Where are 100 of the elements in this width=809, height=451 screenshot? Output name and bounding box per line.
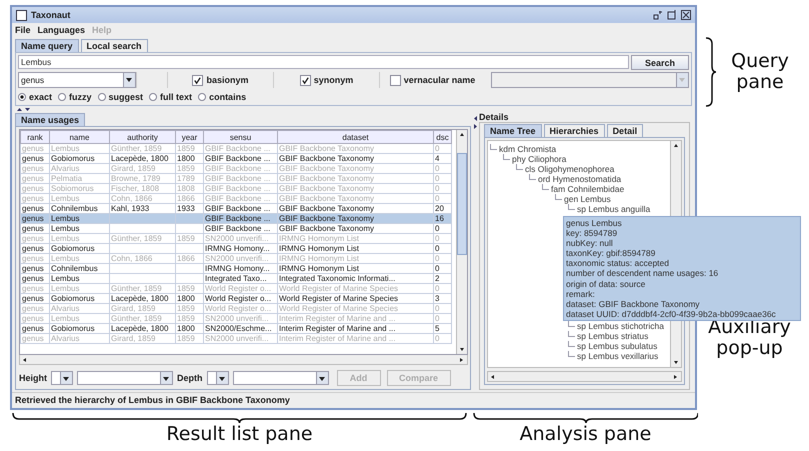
table-cell: Günther, 1859	[111, 314, 162, 322]
table-cell: Kahl, 1933	[111, 204, 150, 212]
table-cell: World Register of Marine Species	[279, 304, 398, 312]
table-cell: GBIF Backbone Taxonomy	[279, 194, 374, 202]
table-cell: Lacepède, 1800	[111, 294, 168, 302]
table-cell: Alvarius	[51, 334, 80, 342]
radio-label: suggest	[108, 92, 144, 102]
table-cell: 1859	[177, 284, 195, 292]
table-cell: Lembus	[51, 214, 80, 222]
tooltip-line: origin of data: source	[566, 278, 646, 289]
table-cell: Pelmatia	[51, 174, 82, 182]
table-cell: 1866	[177, 194, 195, 202]
table-cell: genus	[22, 244, 44, 252]
table-cell: genus	[22, 314, 44, 322]
table-cell: GBIF Backbone ...	[205, 174, 270, 182]
table-cell: genus	[22, 304, 44, 312]
table-cell: 0	[435, 164, 440, 172]
checkbox-label: basionym	[206, 75, 248, 85]
table-cell: 0	[435, 264, 440, 272]
table-cell: 0	[435, 334, 440, 342]
checkbox-label: vernacular name	[404, 75, 476, 85]
table-cell: Browne, 1789	[111, 174, 160, 182]
table-cell: Girard, 1859	[111, 164, 156, 172]
table-cell: Lembus	[51, 144, 80, 152]
depth-label: Depth	[177, 372, 202, 382]
table-cell: Girard, 1859	[111, 304, 156, 312]
table-cell: IRMNG Homonym List	[279, 264, 360, 272]
table-cell: Fischer, 1808	[111, 184, 160, 192]
table-cell: GBIF Backbone Taxonomy	[279, 214, 374, 222]
table-cell: IRMNG Homonym List	[279, 254, 360, 262]
table-cell: 16	[435, 214, 444, 222]
window-title: Taxonaut	[31, 10, 70, 20]
tooltip-line: remark:	[566, 288, 596, 299]
table-cell: genus	[22, 214, 44, 222]
table-cell: 5	[435, 324, 440, 332]
table-cell: GBIF Backbone Taxonomy	[279, 154, 374, 162]
table-cell: 1800	[177, 324, 195, 332]
table-cell: genus	[22, 194, 44, 202]
table-cell: Gobiomorus	[51, 154, 95, 162]
tooltip-line: key: 8594789	[566, 228, 618, 238]
table-cell: Lembus	[51, 314, 80, 322]
annotation-label: Auxiliary pop-up	[708, 317, 792, 359]
table-cell: GBIF Backbone ...	[205, 194, 270, 202]
table-cell: Gobiomorus	[51, 244, 95, 252]
table-cell: 1859	[177, 164, 195, 172]
table-cell: Lembus	[51, 234, 80, 242]
table-cell: genus	[22, 224, 44, 232]
table-cell: World Register o...	[205, 294, 272, 302]
table-cell: 1866	[177, 254, 195, 262]
table-cell: 1859	[177, 314, 195, 322]
table-cell: Interim Register of Marine and ...	[279, 314, 396, 322]
table-cell: genus	[22, 174, 44, 182]
table-cell: World Register o...	[205, 304, 272, 312]
table-cell: GBIF Backbone Taxonomy	[279, 174, 374, 182]
annotation-label: Query pane	[730, 51, 790, 93]
table-cell: Gobiomorus	[51, 294, 95, 302]
table-cell: 1859	[177, 234, 195, 242]
table-cell: 2	[435, 274, 440, 282]
tooltip-line: taxonKey: gbif:8594789	[566, 248, 656, 258]
table-cell: genus	[22, 154, 44, 162]
table-cell: 0	[435, 194, 440, 202]
table-cell: Lembus	[51, 284, 80, 292]
table-cell: 0	[435, 284, 440, 292]
table-cell: genus	[22, 324, 44, 332]
table-cell: 0	[435, 234, 440, 242]
table-cell: 1859	[177, 144, 195, 152]
table-cell: 3	[435, 294, 440, 302]
table-cell: 4	[435, 154, 440, 162]
table-cell: 1933	[177, 204, 195, 212]
table-cell: 0	[435, 174, 440, 182]
table-cell: 0	[435, 144, 440, 152]
table-cell: Girard, 1859	[111, 334, 156, 342]
table-cell: Integrated Taxonomic Informati...	[279, 274, 396, 282]
table-cell: SN2000 unverifi...	[205, 334, 269, 342]
table-cell: 1789	[177, 174, 195, 182]
table-cell: GBIF Backbone ...	[205, 164, 270, 172]
table-cell: GBIF Backbone Taxonomy	[279, 144, 374, 152]
table-cell: Lembus	[51, 224, 80, 232]
table-cell: GBIF Backbone Taxonomy	[279, 184, 374, 192]
table-cell: genus	[22, 264, 44, 272]
table-cell: 0	[435, 314, 440, 322]
table-cell: IRMNG Homonym List	[279, 244, 360, 252]
tooltip-line: genus Lembus	[566, 218, 623, 228]
tooltip-line: taxonomic status: accepted	[566, 258, 670, 268]
table-cell: genus	[22, 204, 44, 212]
table-cell: IRMNG Homony...	[205, 264, 270, 272]
table-cell: IRMNG Homony...	[205, 244, 270, 252]
tooltip-line: number of descendent name usages: 16	[566, 268, 720, 279]
table-cell: 20	[435, 204, 444, 212]
table-cell: Lacepède, 1800	[111, 154, 168, 162]
table-cell: GBIF Backbone ...	[205, 214, 270, 222]
table-cell: GBIF Backbone ...	[205, 204, 270, 212]
table-cell: genus	[22, 254, 44, 262]
table-cell: SN2000 unverifi...	[205, 234, 269, 242]
annotation-label: Analysis pane	[520, 424, 652, 445]
table-cell: genus	[22, 184, 44, 192]
table-cell: Interim Register of Marine and ...	[279, 334, 396, 342]
table-cell: 1800	[177, 294, 195, 302]
table-cell: IRMNG Homonym List	[279, 234, 360, 242]
table-cell: Cohn, 1866	[111, 254, 152, 262]
